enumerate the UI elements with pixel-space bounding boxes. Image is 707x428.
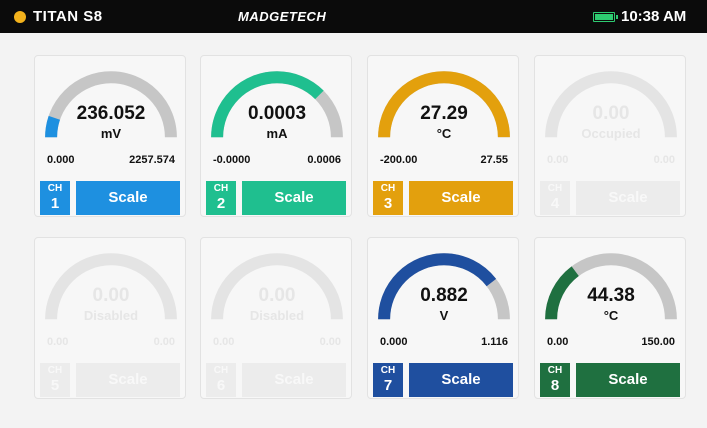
- reading-value-6: 0.00: [258, 285, 296, 306]
- brand-logo: MADGETECH: [238, 9, 327, 24]
- channel-badge-label: CH: [380, 183, 396, 194]
- channel-badge-2[interactable]: CH 2: [206, 181, 236, 215]
- reading-status-5: Disabled: [83, 308, 139, 323]
- range-min-4: 0.00: [547, 154, 569, 166]
- range-max-4: 0.00: [653, 154, 675, 166]
- channel-badge-7[interactable]: CH 7: [373, 363, 403, 397]
- scale-button-6: Scale: [242, 363, 346, 397]
- range-min-2: -0.0000: [213, 154, 251, 166]
- channel-badge-8[interactable]: CH 8: [540, 363, 570, 397]
- status-bar: TITAN S8 MADGETECH 10:38 AM: [0, 0, 707, 33]
- range-max-3: 27.55: [480, 154, 508, 166]
- reading-value-8: 44.38: [587, 285, 635, 306]
- channel-badge-label: CH: [380, 365, 396, 376]
- reading-unit-8: °C: [603, 308, 619, 323]
- reading-unit-7: V: [439, 308, 449, 323]
- channel-number: 4: [550, 195, 560, 212]
- range-min-5: 0.00: [47, 336, 69, 348]
- channel-number: 6: [216, 377, 226, 394]
- channel-card-2[interactable]: 0.0003 mA -0.0000 0.0006 CH 2 Scale: [200, 55, 352, 217]
- channel-badge-label: CH: [213, 183, 229, 194]
- range-min-6: 0.00: [213, 336, 235, 348]
- channel-number: 5: [50, 377, 60, 394]
- range-min-7: 0.000: [380, 336, 408, 348]
- channel-number: 2: [216, 195, 226, 212]
- status-dot-icon: [14, 11, 26, 23]
- channel-number: 3: [383, 195, 393, 212]
- clock: 10:38 AM: [621, 8, 687, 25]
- battery-icon: [593, 12, 618, 22]
- scale-button-4: Scale: [576, 181, 680, 215]
- channel-card-1[interactable]: 236.052 mV 0.000 2257.574 CH 1 Scale: [34, 55, 186, 217]
- reading-value-3: 27.29: [420, 103, 468, 124]
- reading-unit-2: mA: [266, 126, 288, 141]
- channel-badge-6: CH 6: [206, 363, 236, 397]
- channel-card-7[interactable]: 0.882 V 0.000 1.116 CH 7 Scale: [367, 237, 519, 399]
- channel-card-3[interactable]: 27.29 °C -200.00 27.55 CH 3 Scale: [367, 55, 519, 217]
- range-max-2: 0.0006: [307, 154, 341, 166]
- channel-badge-3[interactable]: CH 3: [373, 181, 403, 215]
- reading-value-4: 0.00: [592, 103, 630, 124]
- channel-card-6: 0.00 Disabled 0.00 0.00 CH 6 Scale: [200, 237, 352, 399]
- reading-value-2: 0.0003: [247, 103, 307, 124]
- range-max-7: 1.116: [481, 336, 508, 348]
- scale-button-1[interactable]: Scale: [76, 181, 180, 215]
- channel-card-4: 0.00 Occupied 0.00 0.00 CH 4 Scale: [534, 55, 686, 217]
- device-name: TITAN S8: [33, 8, 103, 25]
- scale-button-3[interactable]: Scale: [409, 181, 513, 215]
- channel-card-8[interactable]: 44.38 °C 0.00 150.00 CH 8 Scale: [534, 237, 686, 399]
- range-max-1: 2257.574: [129, 154, 175, 166]
- reading-value-5: 0.00: [92, 285, 130, 306]
- channel-number: 8: [550, 377, 560, 394]
- channel-badge-label: CH: [47, 365, 63, 376]
- range-max-5: 0.00: [153, 336, 175, 348]
- channel-number: 1: [50, 195, 60, 212]
- channel-badge-5: CH 5: [40, 363, 70, 397]
- range-min-8: 0.00: [547, 336, 569, 348]
- channel-badge-label: CH: [47, 183, 63, 194]
- scale-button-7[interactable]: Scale: [409, 363, 513, 397]
- channel-number: 7: [383, 377, 393, 394]
- channel-badge-label: CH: [547, 365, 563, 376]
- scale-button-5: Scale: [76, 363, 180, 397]
- channel-badge-label: CH: [547, 183, 563, 194]
- range-max-6: 0.00: [319, 336, 341, 348]
- reading-unit-3: °C: [436, 126, 452, 141]
- reading-unit-1: mV: [100, 126, 122, 141]
- range-min-3: -200.00: [380, 154, 418, 166]
- channel-card-5: 0.00 Disabled 0.00 0.00 CH 5 Scale: [34, 237, 186, 399]
- channel-badge-label: CH: [213, 365, 229, 376]
- scale-button-2[interactable]: Scale: [242, 181, 346, 215]
- reading-status-6: Disabled: [249, 308, 305, 323]
- range-max-8: 150.00: [641, 336, 675, 348]
- scale-button-8[interactable]: Scale: [576, 363, 680, 397]
- reading-status-4: Occupied: [581, 126, 641, 141]
- channel-badge-1[interactable]: CH 1: [40, 181, 70, 215]
- channel-badge-4: CH 4: [540, 181, 570, 215]
- reading-value-7: 0.882: [420, 285, 468, 306]
- reading-value-1: 236.052: [76, 103, 146, 124]
- range-min-1: 0.000: [47, 154, 75, 166]
